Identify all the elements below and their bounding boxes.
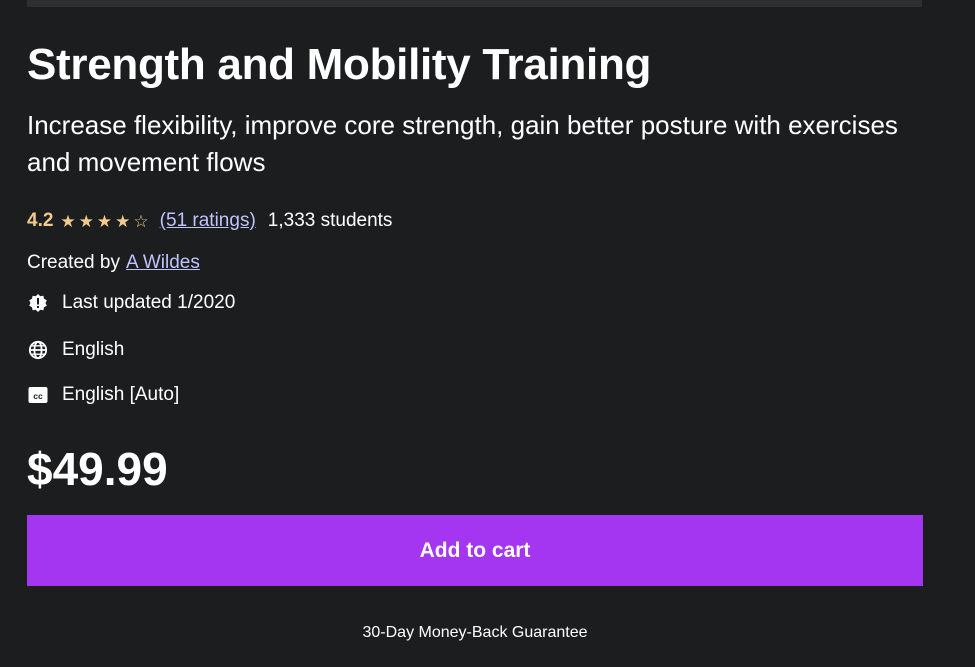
star-full-icon: ★ — [78, 211, 94, 231]
rating-value: 4.2 — [27, 210, 54, 231]
star-full-icon: ★ — [96, 211, 113, 231]
created-by-row: Created by A Wildes — [27, 250, 200, 276]
star-full-icon: ★ — [115, 211, 131, 231]
svg-text:cc: cc — [33, 391, 43, 401]
closed-captions-icon: cc — [27, 384, 49, 406]
preview-image-edge — [27, 0, 922, 7]
language-row: English — [27, 337, 124, 363]
captions-text: English [Auto] — [62, 384, 180, 405]
add-to-cart-button[interactable]: Add to cart — [27, 515, 923, 586]
globe-icon — [27, 339, 49, 361]
language-text: English — [62, 339, 125, 360]
course-sidebar: Strength and Mobility Training Increase … — [0, 0, 975, 667]
star-full-icon: ★ — [60, 211, 76, 231]
money-back-guarantee: 30-Day Money-Back Guarantee — [362, 624, 588, 641]
star-rating: ★ ★ ★ ★ ☆ — [60, 213, 151, 230]
last-updated-row: Last updated 1/2020 — [27, 290, 235, 316]
last-updated-text: Last updated 1/2020 — [62, 292, 236, 313]
created-by-label: Created by — [27, 252, 120, 273]
captions-row: cc English [Auto] — [27, 382, 179, 408]
course-subtitle: Increase flexibility, improve core stren… — [27, 110, 898, 177]
student-count: 1,333 students — [267, 210, 393, 231]
course-price: $49.99 — [27, 443, 168, 495]
instructor-link[interactable]: A Wildes — [126, 252, 200, 274]
course-title: Strength and Mobility Training — [27, 40, 652, 89]
rating-row: 4.2 ★ ★ ★ ★ ☆ (51 ratings) 1,333 student… — [27, 208, 392, 234]
star-empty-icon: ☆ — [133, 211, 149, 231]
ratings-count-link[interactable]: (51 ratings) — [160, 210, 256, 232]
alert-badge-icon — [27, 292, 49, 314]
